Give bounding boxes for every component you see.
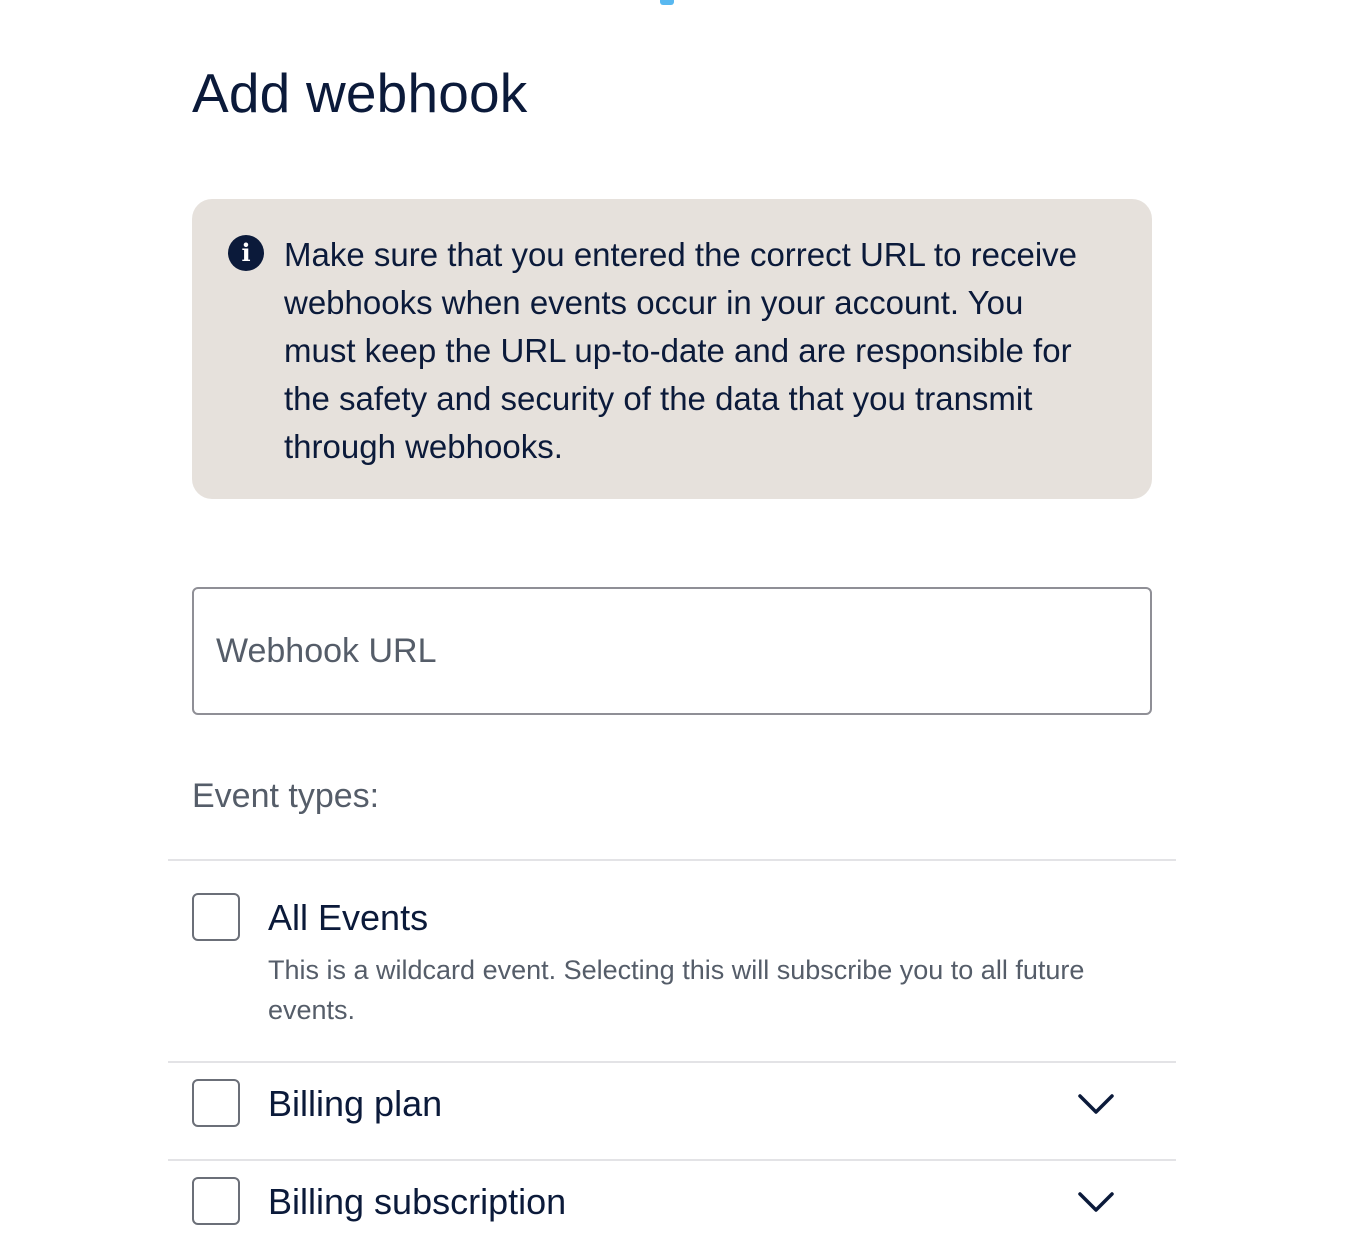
top-accent-bar	[660, 0, 674, 5]
billing-subscription-label: Billing subscription	[268, 1181, 567, 1222]
webhook-url-input[interactable]	[192, 587, 1152, 715]
divider	[168, 859, 1176, 861]
chevron-down-icon[interactable]	[1076, 1091, 1116, 1117]
info-banner-text: Make sure that you entered the correct U…	[284, 236, 1077, 465]
all-events-label: All Events	[268, 897, 429, 938]
divider	[168, 1061, 1176, 1063]
event-types-label: Event types:	[192, 777, 380, 815]
billing-plan-label: Billing plan	[268, 1083, 443, 1124]
chevron-down-icon[interactable]	[1076, 1189, 1116, 1215]
page-title: Add webhook	[192, 62, 528, 124]
all-events-description: This is a wildcard event. Selecting this…	[268, 955, 1085, 1025]
billing-plan-checkbox[interactable]	[192, 1079, 240, 1127]
divider	[168, 1159, 1176, 1161]
info-icon: i	[228, 235, 264, 271]
info-banner: Make sure that you entered the correct U…	[192, 199, 1152, 499]
all-events-checkbox[interactable]	[192, 893, 240, 941]
billing-subscription-checkbox[interactable]	[192, 1177, 240, 1225]
